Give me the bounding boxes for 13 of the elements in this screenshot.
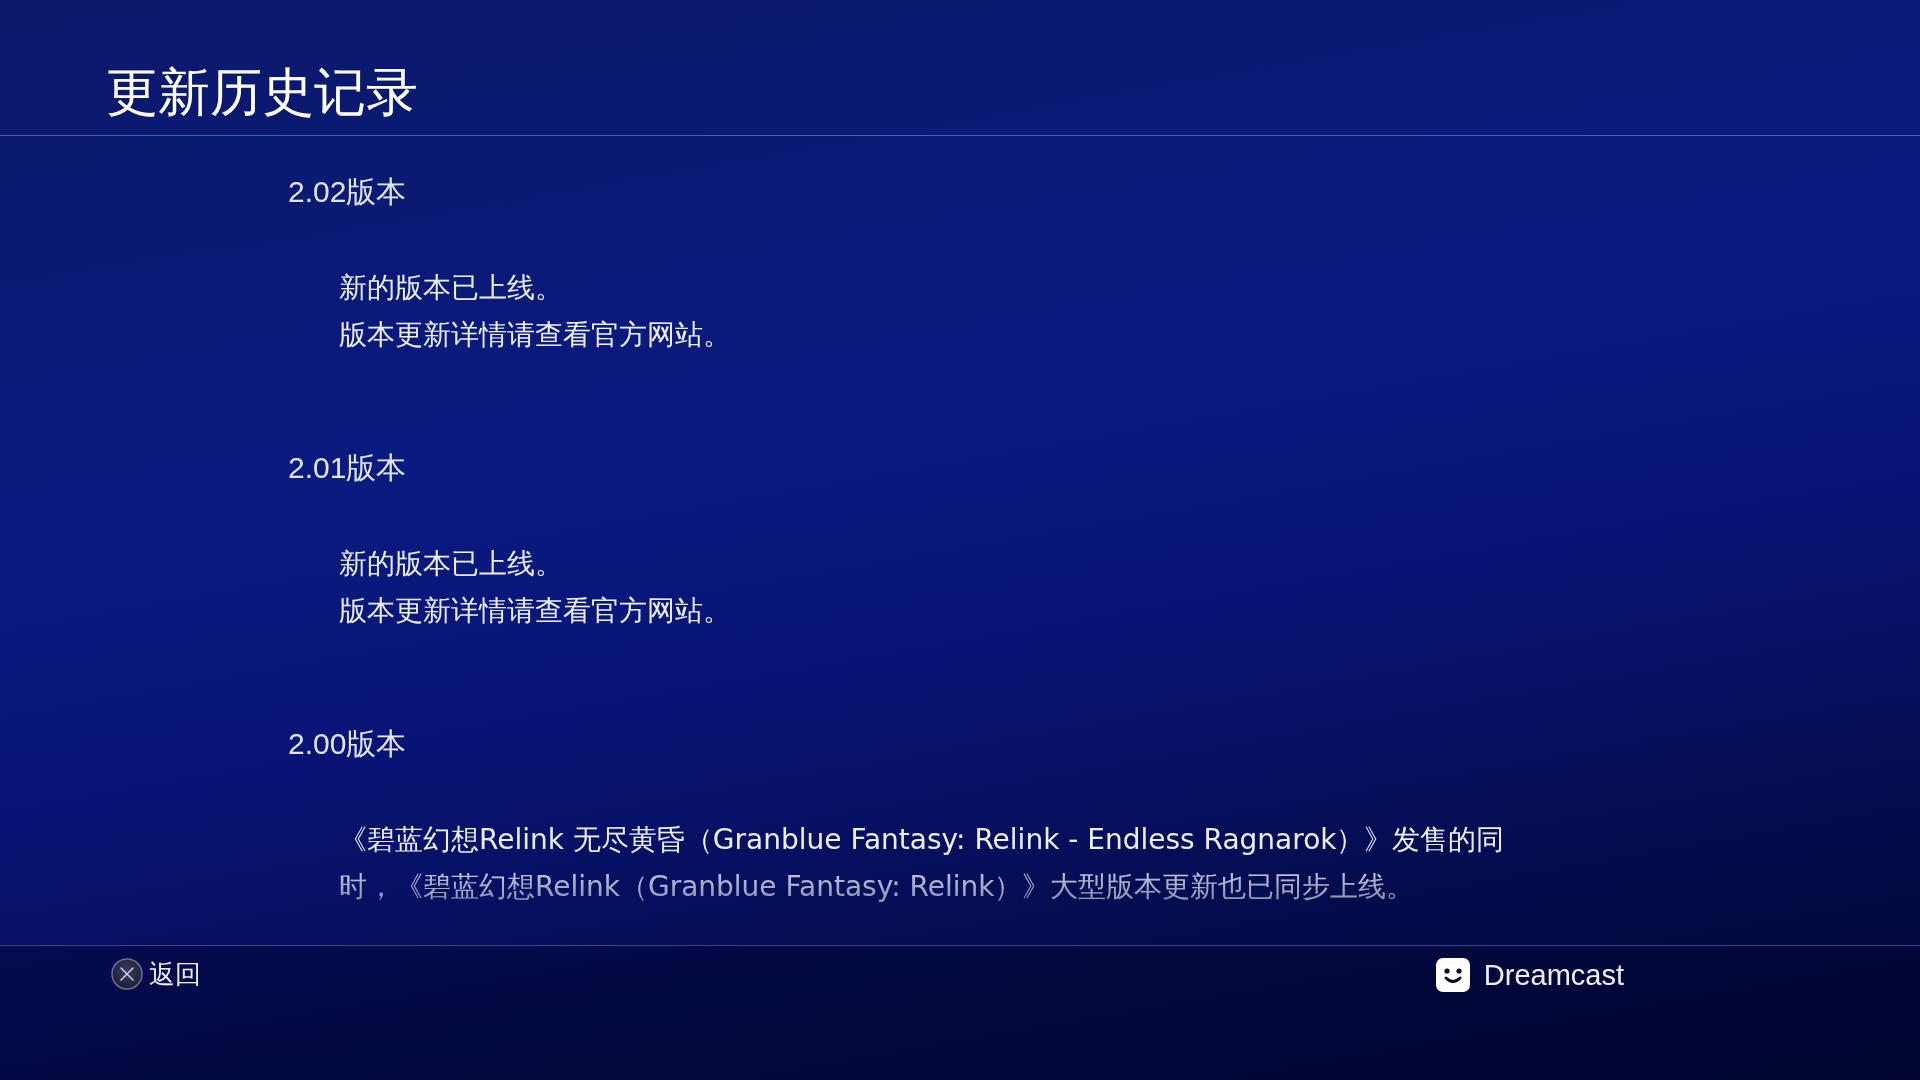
cross-circle-icon [111,958,143,990]
back-button[interactable]: 返回 [111,957,201,991]
version-heading: 2.00版本 [288,726,407,762]
page-title: 更新历史记录 [106,62,418,123]
version-heading: 2.01版本 [288,450,407,486]
update-note: 版本更新详情请查看官方网站。 [339,593,731,629]
smiley-face-icon [1435,958,1470,992]
update-note: 版本更新详情请查看官方网站。 [339,317,731,353]
update-note: 新的版本已上线。 [339,546,563,582]
version-heading: 2.02版本 [288,174,407,210]
update-note: 新的版本已上线。 [339,270,563,306]
update-note: 《碧蓝幻想Relink 无尽黄昏（Granblue Fantasy: Relink - Endless Ragnarok）》发售的同时，《碧蓝幻想Relink（Granblue Fantasy: Relink）》大型版本更新也已同步上线。 [339,822,1506,905]
user-name: Dreamcast [1483,958,1624,992]
